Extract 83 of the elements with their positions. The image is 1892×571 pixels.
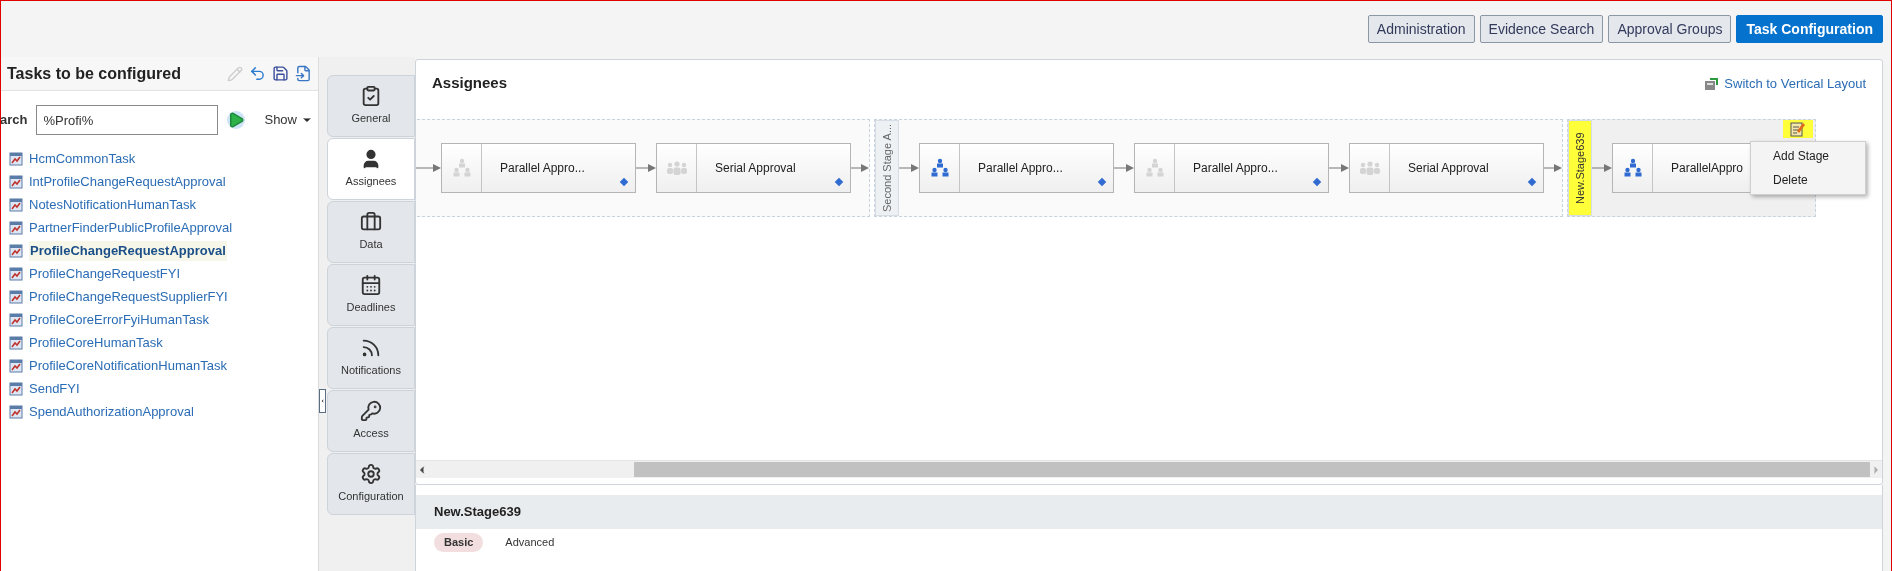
edit-icon[interactable] xyxy=(1790,120,1806,137)
task-link[interactable]: ProfileCoreHumanTask xyxy=(29,333,163,353)
side-tab[interactable]: Configuration xyxy=(327,453,415,515)
hierarchy-icon xyxy=(1622,157,1643,178)
hierarchy-icon xyxy=(929,157,950,178)
hierarchy-icon xyxy=(451,157,472,178)
stage-label[interactable]: Second Stage A... xyxy=(875,119,899,216)
approval-node[interactable]: Parallel Appro... xyxy=(441,142,636,193)
side-tab[interactable]: General xyxy=(327,75,415,137)
connector-arrow xyxy=(1592,162,1612,173)
connector-arrow xyxy=(1329,162,1349,173)
side-tab[interactable]: Assignees xyxy=(327,138,415,200)
task-form-icon xyxy=(9,336,23,350)
task-form-icon xyxy=(9,221,23,235)
connector-arrow xyxy=(636,162,656,173)
task-link[interactable]: PartnerFinderPublicProfileApproval xyxy=(29,218,233,238)
connector-arrow xyxy=(1114,162,1134,173)
key-icon xyxy=(360,400,382,423)
task-link[interactable]: ProfileCoreNotificationHumanTask xyxy=(29,356,227,376)
task-form-icon xyxy=(9,405,23,419)
stage-label[interactable]: New.Stage639 xyxy=(1568,119,1592,216)
people-group-icon xyxy=(1358,159,1381,176)
connector-arrow xyxy=(851,162,869,173)
node-label: Parallel Appro... xyxy=(500,159,585,177)
task-form-icon xyxy=(9,313,23,327)
connector-arrow xyxy=(899,162,919,173)
task-form-icon xyxy=(9,152,23,166)
task-form-icon xyxy=(9,198,23,212)
gear-icon xyxy=(360,463,382,486)
horizontal-scrollbar[interactable] xyxy=(416,460,1882,478)
collapse-handle[interactable] xyxy=(319,389,326,413)
export-icon[interactable] xyxy=(295,65,312,82)
task-form-icon xyxy=(9,267,23,281)
task-link[interactable]: NotesNotificationHumanTask xyxy=(29,195,196,215)
task-form-icon xyxy=(9,244,23,258)
task-form-icon xyxy=(9,175,23,189)
side-tab[interactable]: Deadlines xyxy=(327,264,415,326)
node-label: ParallelAppro xyxy=(1671,159,1744,177)
go-icon[interactable] xyxy=(227,111,246,129)
hierarchy-icon xyxy=(1144,157,1165,178)
side-tab[interactable]: Access xyxy=(327,390,415,452)
side-tab[interactable]: Data xyxy=(327,201,415,263)
clipboard-icon xyxy=(360,85,382,108)
approval-node[interactable]: Parallel Appro... xyxy=(1134,142,1329,193)
approval-node[interactable]: Serial Approval xyxy=(656,142,851,193)
task-link[interactable]: ProfileCoreErrorFyiHumanTask xyxy=(29,310,209,330)
calendar-icon xyxy=(360,274,382,297)
connector-arrow xyxy=(1544,162,1562,173)
side-tab[interactable]: Notifications xyxy=(327,327,415,389)
nav-button[interactable]: Administration xyxy=(1367,15,1475,43)
task-link[interactable]: ProfileChangeRequestSupplierFYI xyxy=(29,287,228,307)
task-form-icon xyxy=(9,290,23,304)
details-title: New.Stage639 xyxy=(434,503,521,522)
switch-layout-link[interactable]: Switch to Vertical Layout xyxy=(1704,73,1866,93)
approval-node[interactable]: Parallel Appro... xyxy=(919,142,1114,193)
node-label: Parallel Appro... xyxy=(1193,159,1278,177)
save-icon[interactable] xyxy=(272,65,289,82)
section-title: Assignees xyxy=(432,73,508,93)
task-link[interactable]: ProfileChangeRequestApproval xyxy=(29,241,227,261)
detail-tab[interactable]: Basic xyxy=(434,533,484,552)
layout-switch-icon xyxy=(1704,75,1721,92)
node-label: Serial Approval xyxy=(715,159,796,177)
task-form-icon xyxy=(9,382,23,396)
task-link[interactable]: HcmCommonTask xyxy=(29,149,136,169)
panel-title: Tasks to be configured xyxy=(7,63,181,84)
caret-icon xyxy=(320,397,325,405)
task-link[interactable]: SendFYI xyxy=(29,379,80,399)
task-link[interactable]: IntProfileChangeRequestApproval xyxy=(29,172,226,192)
show-menu[interactable]: Show xyxy=(264,110,313,130)
nav-button[interactable]: Evidence Search xyxy=(1479,15,1604,43)
node-label: Serial Approval xyxy=(1408,159,1489,177)
node-label: Parallel Appro... xyxy=(978,159,1063,177)
task-form-icon xyxy=(9,359,23,373)
people-group-icon xyxy=(665,159,688,176)
approval-node[interactable]: Serial Approval xyxy=(1349,142,1544,193)
task-link[interactable]: SpendAuthorizationApproval xyxy=(29,402,194,422)
undo-icon[interactable] xyxy=(249,65,266,82)
search-field[interactable]: %Profi% xyxy=(36,105,219,135)
detail-tab[interactable]: Advanced xyxy=(505,533,555,552)
nav-button[interactable]: Task Configuration xyxy=(1736,15,1883,43)
task-link[interactable]: ProfileChangeRequestFYI xyxy=(29,264,181,284)
search-label: arch xyxy=(1,111,28,130)
nav-button[interactable]: Approval Groups xyxy=(1608,15,1732,43)
